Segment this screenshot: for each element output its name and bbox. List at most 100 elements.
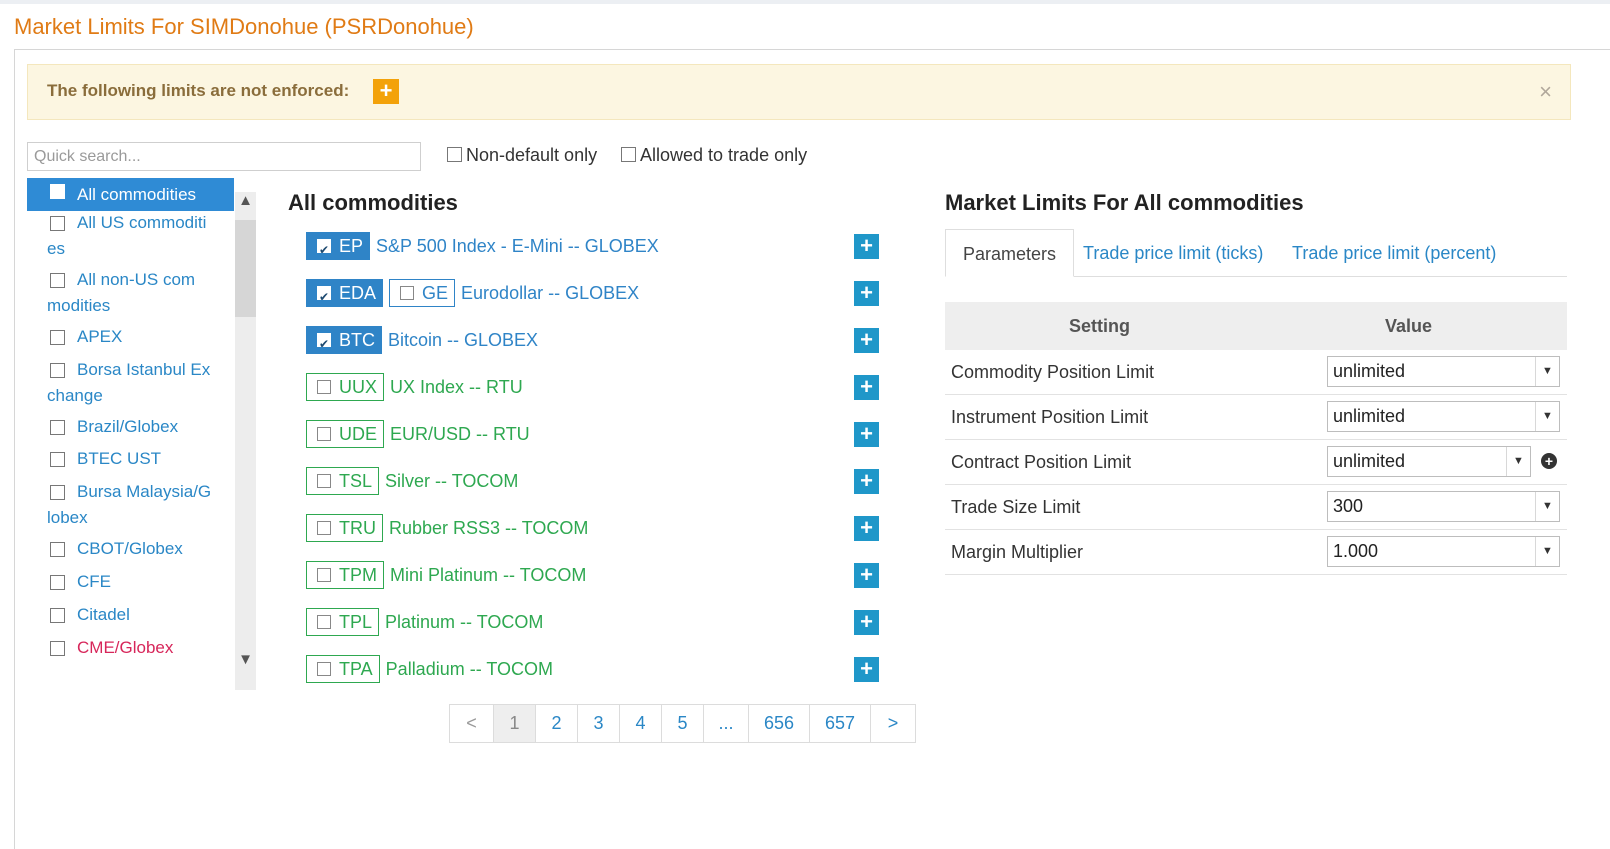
commodity-code-tag[interactable]: TRU <box>306 514 383 542</box>
page-4-button[interactable]: 4 <box>620 705 662 742</box>
add-limit-plus-button[interactable]: + <box>854 516 879 541</box>
non-default-only-filter[interactable]: Non-default only <box>447 145 597 166</box>
commodity-row-tpm[interactable]: TPM Mini Platinum -- TOCOM <box>306 561 586 591</box>
commodity-name-link[interactable]: UX Index -- RTU <box>390 373 523 401</box>
tree-item-cme-globex[interactable]: CME/Globex <box>27 635 234 661</box>
tree-item-apex[interactable]: APEX <box>27 324 234 350</box>
page-3-button[interactable]: 3 <box>578 705 620 742</box>
unchecked-checkbox[interactable] <box>317 568 331 583</box>
commodity-row-ep[interactable]: EPS&P 500 Index - E-Mini -- GLOBEX <box>306 232 659 263</box>
commodity-code-tag[interactable]: TSL <box>306 467 380 495</box>
tree-item-all-non-us-commodities[interactable]: All non-US com modities <box>27 267 234 315</box>
add-limit-plus-button[interactable]: + <box>854 328 879 353</box>
scroll-up-chevron-icon[interactable]: ▲ <box>235 192 256 214</box>
tree-checkbox[interactable] <box>50 542 65 557</box>
tree-item-all-commodities[interactable]: All commodities <box>27 178 234 211</box>
commodity-row-btc[interactable]: BTCBitcoin -- GLOBEX <box>306 326 538 357</box>
commodity-name-link[interactable]: Rubber RSS3 -- TOCOM <box>389 514 588 542</box>
tree-checkbox[interactable] <box>50 273 65 288</box>
tree-checkbox[interactable] <box>50 216 65 231</box>
commodity-row-uux[interactable]: UUX UX Index -- RTU <box>306 373 523 403</box>
commodity-row-tru[interactable]: TRU Rubber RSS3 -- TOCOM <box>306 514 588 544</box>
checked-checkbox[interactable] <box>317 331 331 357</box>
tree-item-cfe[interactable]: CFE <box>27 569 234 595</box>
commodity-code-tag[interactable]: BTC <box>306 326 382 357</box>
trade-size-limit-select[interactable]: 300 ▼ <box>1327 491 1560 522</box>
tree-item-citadel[interactable]: Citadel <box>27 602 234 628</box>
prev-page-button[interactable]: < <box>450 705 494 742</box>
tree-checkbox[interactable] <box>50 420 65 435</box>
commodity-code-tag[interactable]: UDE <box>306 420 385 448</box>
add-limit-plus-button[interactable]: + <box>854 657 879 682</box>
unchecked-checkbox[interactable] <box>317 474 331 489</box>
add-limit-plus-button[interactable]: + <box>854 422 879 447</box>
unchecked-checkbox[interactable] <box>317 427 331 442</box>
add-limit-plus-button[interactable]: + <box>854 610 879 635</box>
tree-checkbox[interactable] <box>50 575 65 590</box>
commodity-name-link[interactable]: Silver -- TOCOM <box>385 467 518 495</box>
scroll-down-chevron-icon[interactable]: ▼ <box>235 651 256 673</box>
commodity-code-tag[interactable]: EP <box>306 232 371 263</box>
next-page-button[interactable]: > <box>871 705 915 742</box>
add-limit-plus-button[interactable]: + <box>854 281 879 306</box>
commodity-name-link[interactable]: Eurodollar -- GLOBEX <box>461 279 639 307</box>
allowed-to-trade-checkbox[interactable] <box>621 146 636 162</box>
secondary-code-tag[interactable]: GE <box>389 279 456 307</box>
page-656-button[interactable]: 656 <box>749 705 810 742</box>
tree-item-bursa-malaysia[interactable]: Bursa Malaysia/G lobex <box>27 479 234 527</box>
unchecked-checkbox[interactable] <box>317 380 331 395</box>
tree-checkbox[interactable] <box>50 452 65 467</box>
page-657-button[interactable]: 657 <box>810 705 871 742</box>
page-5-button[interactable]: 5 <box>662 705 704 742</box>
add-limit-plus-button[interactable]: + <box>854 469 879 494</box>
tree-item-borsa-istanbul[interactable]: Borsa Istanbul Ex change <box>27 357 234 405</box>
commodity-name-link[interactable]: EUR/USD -- RTU <box>390 420 530 448</box>
tab-trade-price-limit-percent[interactable]: Trade price limit (percent) <box>1275 229 1513 277</box>
commodity-code-tag[interactable]: TPA <box>306 655 380 683</box>
add-limit-plus-button[interactable]: + <box>854 563 879 588</box>
tree-checkbox[interactable] <box>50 485 65 500</box>
unchecked-checkbox[interactable] <box>317 662 331 677</box>
add-contract-plus-circle-icon[interactable]: + <box>1541 453 1557 469</box>
commodity-row-ude[interactable]: UDE EUR/USD -- RTU <box>306 420 530 450</box>
page-2-button[interactable]: 2 <box>536 705 578 742</box>
instrument-position-limit-select[interactable]: unlimited ▼ <box>1327 401 1560 432</box>
tree-scroll-thumb[interactable] <box>235 220 256 317</box>
page-1-button[interactable]: 1 <box>494 705 536 742</box>
commodity-name-link[interactable]: S&P 500 Index - E-Mini -- GLOBEX <box>376 232 659 260</box>
unchecked-checkbox[interactable] <box>400 286 415 301</box>
commodity-row-tpl[interactable]: TPL Platinum -- TOCOM <box>306 608 543 638</box>
tree-checkbox[interactable] <box>50 608 65 623</box>
commodity-name-link[interactable]: Platinum -- TOCOM <box>385 608 543 636</box>
commodity-row-tpa[interactable]: TPA Palladium -- TOCOM <box>306 655 553 685</box>
commodity-name-link[interactable]: Bitcoin -- GLOBEX <box>388 326 538 354</box>
tab-trade-price-limit-ticks[interactable]: Trade price limit (ticks) <box>1066 229 1280 277</box>
commodity-name-link[interactable]: Palladium -- TOCOM <box>386 655 553 683</box>
tree-item-cbot-globex[interactable]: CBOT/Globex <box>27 536 234 562</box>
commodity-row-tsl[interactable]: TSL Silver -- TOCOM <box>306 467 518 497</box>
commodity-position-limit-select[interactable]: unlimited ▼ <box>1327 356 1560 387</box>
tab-parameters[interactable]: Parameters <box>945 229 1075 277</box>
tree-item-all-us-commodities[interactable]: All US commoditi es <box>27 210 234 258</box>
tree-checkbox[interactable] <box>50 641 65 656</box>
add-limit-plus-button[interactable]: + <box>854 375 879 400</box>
tree-checkbox[interactable] <box>50 330 65 345</box>
tree-item-btec-ust[interactable]: BTEC UST <box>27 446 234 472</box>
contract-position-limit-select[interactable]: unlimited ▼ <box>1327 446 1531 477</box>
tree-checkbox[interactable] <box>50 184 65 199</box>
unchecked-checkbox[interactable] <box>317 615 331 630</box>
checked-checkbox[interactable] <box>317 284 331 310</box>
non-default-checkbox[interactable] <box>447 146 462 162</box>
alert-expand-plus-icon[interactable]: + <box>373 79 399 104</box>
tree-item-brazil-globex[interactable]: Brazil/Globex <box>27 414 234 440</box>
commodity-name-link[interactable]: Mini Platinum -- TOCOM <box>390 561 586 589</box>
unchecked-checkbox[interactable] <box>317 521 331 536</box>
allowed-to-trade-filter[interactable]: Allowed to trade only <box>621 145 807 166</box>
commodity-code-tag[interactable]: TPM <box>306 561 384 589</box>
alert-close-icon[interactable]: × <box>1539 79 1552 105</box>
commodity-code-tag[interactable]: TPL <box>306 608 380 636</box>
commodity-code-tag[interactable]: UUX <box>306 373 385 401</box>
tree-checkbox[interactable] <box>50 363 65 378</box>
checked-checkbox[interactable] <box>317 237 331 263</box>
commodity-code-tag[interactable]: EDA <box>306 279 384 310</box>
